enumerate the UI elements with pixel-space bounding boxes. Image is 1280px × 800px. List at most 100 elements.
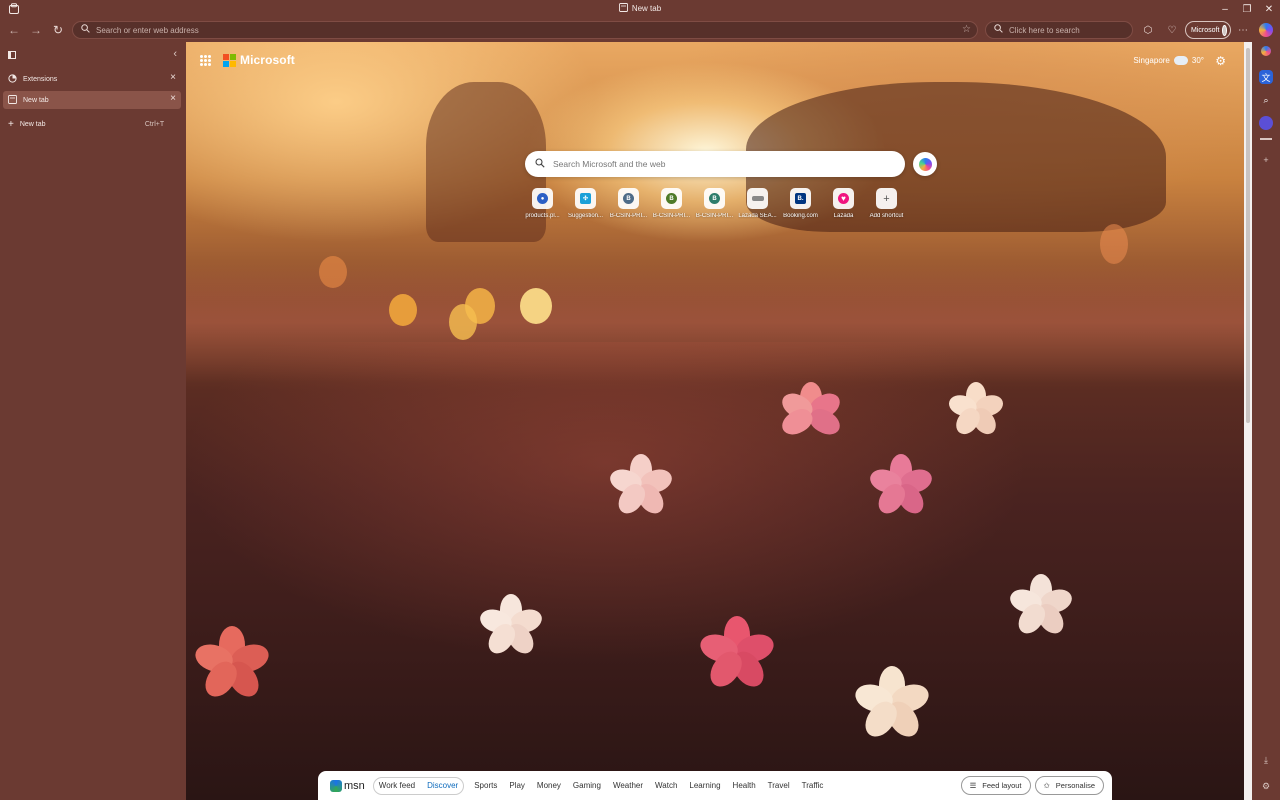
feed-link-gaming[interactable]: Gaming xyxy=(573,781,601,790)
close-icon[interactable]: ✕ xyxy=(1258,0,1280,18)
site-favicon-icon: ● xyxy=(537,193,548,204)
feed-link-money[interactable]: Money xyxy=(537,781,561,790)
layout-sliders-icon: ☰ xyxy=(969,781,977,790)
forward-arrow-icon[interactable]: → xyxy=(28,22,44,38)
sidebar-settings-gear-icon[interactable]: ⚙ xyxy=(1259,779,1273,793)
translator-icon[interactable]: 文 xyxy=(1259,70,1273,84)
quick-link[interactable]: ● products.pl... xyxy=(524,188,561,219)
feed-link-weather[interactable]: Weather xyxy=(613,781,643,790)
quick-link[interactable]: B B-CSIN-PRI... xyxy=(696,188,733,219)
copilot-app-icon[interactable] xyxy=(1261,46,1271,56)
quick-link[interactable]: B B-CSIN-PRI... xyxy=(610,188,647,219)
feed-link-sports[interactable]: Sports xyxy=(474,781,497,790)
window-controls: – ❐ ✕ xyxy=(1214,0,1280,18)
plus-icon: + xyxy=(883,192,890,205)
site-favicon-icon xyxy=(751,196,764,201)
new-tab-page: Microsoft Singapore 30° ⚙ ● products.pl.… xyxy=(186,42,1244,800)
tab-discover[interactable]: Discover xyxy=(427,781,458,790)
msn-logo[interactable]: msn xyxy=(330,779,365,792)
copilot-icon[interactable] xyxy=(1259,23,1273,37)
quick-link[interactable]: ✣ Suggestion... xyxy=(567,188,604,219)
tab-actions-icon[interactable] xyxy=(8,51,16,59)
extensions-icon[interactable]: ⬡ xyxy=(1140,22,1156,38)
profile-button[interactable]: Microsoft xyxy=(1185,21,1231,39)
feed-link-learning[interactable]: Learning xyxy=(689,781,720,790)
msn-butterfly-icon xyxy=(330,779,342,792)
feed-link-play[interactable]: Play xyxy=(509,781,525,790)
quick-link[interactable]: Lazada SEA... xyxy=(738,188,777,219)
tab-work-feed[interactable]: Work feed xyxy=(379,781,415,790)
toolbar-search-input[interactable] xyxy=(1009,25,1132,35)
edge-sidebar: 文 ⌕ + ⤓ ⚙ xyxy=(1252,18,1280,800)
toolbar-search-box[interactable] xyxy=(985,21,1133,39)
address-input[interactable] xyxy=(96,25,977,35)
app-launcher-icon[interactable] xyxy=(200,54,211,66)
weather-temperature: 30° xyxy=(1191,56,1204,65)
more-options-icon[interactable]: ⋯ xyxy=(1235,22,1251,38)
browser-toolbar: ← → ↻ ☆ ⬡ ♡ Microsoft ⋯ xyxy=(0,18,1280,42)
site-favicon-icon: B xyxy=(709,193,720,204)
browser-essentials-icon[interactable]: ♡ xyxy=(1164,22,1180,38)
tab-page-icon xyxy=(8,94,17,106)
new-tab-shortcut: Ctrl+T xyxy=(144,120,165,128)
page-scrollbar[interactable] xyxy=(1244,42,1252,800)
web-search-input[interactable] xyxy=(553,159,905,169)
designer-icon[interactable] xyxy=(1259,116,1273,130)
feed-link-health[interactable]: Health xyxy=(733,781,756,790)
window-title: New tab xyxy=(0,3,1280,14)
close-tab-icon[interactable]: × xyxy=(170,93,176,104)
copilot-button[interactable] xyxy=(913,152,937,176)
hide-sidebar-icon[interactable]: ⤓ xyxy=(1259,753,1273,767)
search-icon xyxy=(81,24,90,36)
feed-segment-control: Work feed Discover xyxy=(372,776,465,795)
site-favicon-icon: ✣ xyxy=(580,193,591,204)
copilot-icon xyxy=(918,157,932,171)
feed-link-watch[interactable]: Watch xyxy=(655,781,677,790)
collapse-panel-icon[interactable]: ‹ xyxy=(173,48,177,60)
quick-link[interactable]: B. Booking.com xyxy=(782,188,819,219)
quick-links: ● products.pl... ✣ Suggestion... B B-CSI… xyxy=(524,188,905,219)
close-tab-icon[interactable]: × xyxy=(170,72,176,83)
feed-link-travel[interactable]: Travel xyxy=(768,781,790,790)
vertical-tabs-panel: ‹ Extensions × New tab × + New tab Ctrl+… xyxy=(0,42,185,800)
microsoft-logo-icon xyxy=(223,53,236,67)
site-favicon-icon: B xyxy=(623,193,634,204)
web-search-box[interactable] xyxy=(525,151,905,177)
search-icon xyxy=(994,24,1003,36)
feed-link-traffic[interactable]: Traffic xyxy=(802,781,824,790)
address-bar[interactable]: ☆ xyxy=(72,21,978,39)
extensions-page-icon xyxy=(8,73,17,85)
avatar xyxy=(1222,24,1227,36)
back-arrow-icon[interactable]: ← xyxy=(6,22,22,38)
sparkle-star-icon: ✩ xyxy=(1043,781,1050,790)
quick-link-label: Lazada SEA... xyxy=(738,213,777,219)
tab-new-tab[interactable]: New tab × xyxy=(3,91,181,109)
site-favicon-icon: B xyxy=(666,193,677,204)
minimize-icon[interactable]: – xyxy=(1214,0,1236,18)
personalise-button[interactable]: ✩ Personalise xyxy=(1034,776,1104,795)
new-tab-button[interactable]: + New tab Ctrl+T xyxy=(3,115,181,133)
scrollbar-thumb[interactable] xyxy=(1246,48,1250,423)
weather-widget[interactable]: Singapore 30° xyxy=(1133,56,1204,65)
quick-link-label: Booking.com xyxy=(783,213,818,219)
add-shortcut-button[interactable]: + Add shortcut xyxy=(868,188,905,219)
tab-page-icon xyxy=(618,3,628,14)
msn-feed-bar: msn Work feed Discover Sports Play Money… xyxy=(318,771,1112,800)
refresh-icon[interactable]: ↻ xyxy=(50,22,66,38)
heart-icon: ♥ xyxy=(838,193,849,204)
restore-icon[interactable]: ❐ xyxy=(1236,0,1258,18)
tab-label: New tab xyxy=(23,96,49,104)
add-sidebar-app-icon[interactable]: + xyxy=(1259,153,1273,167)
quick-link[interactable]: ♥ Lazada xyxy=(825,188,862,219)
profile-label: Microsoft xyxy=(1191,26,1220,34)
feed-category-links: Sports Play Money Gaming Weather Watch L… xyxy=(474,781,823,790)
quick-link[interactable]: B B-CSIN-PRI... xyxy=(653,188,690,219)
site-favicon-icon: B. xyxy=(795,193,806,204)
quick-link-label: B-CSIN-PRI... xyxy=(609,213,648,219)
sidebar-divider xyxy=(1260,138,1272,140)
feed-layout-button[interactable]: ☰ Feed layout xyxy=(960,776,1031,795)
search-icon[interactable]: ⌕ xyxy=(1259,93,1273,107)
tab-extensions[interactable]: Extensions × xyxy=(3,70,181,88)
page-settings-gear-icon[interactable]: ⚙ xyxy=(1215,54,1226,68)
favorite-star-icon[interactable]: ☆ xyxy=(962,24,971,35)
